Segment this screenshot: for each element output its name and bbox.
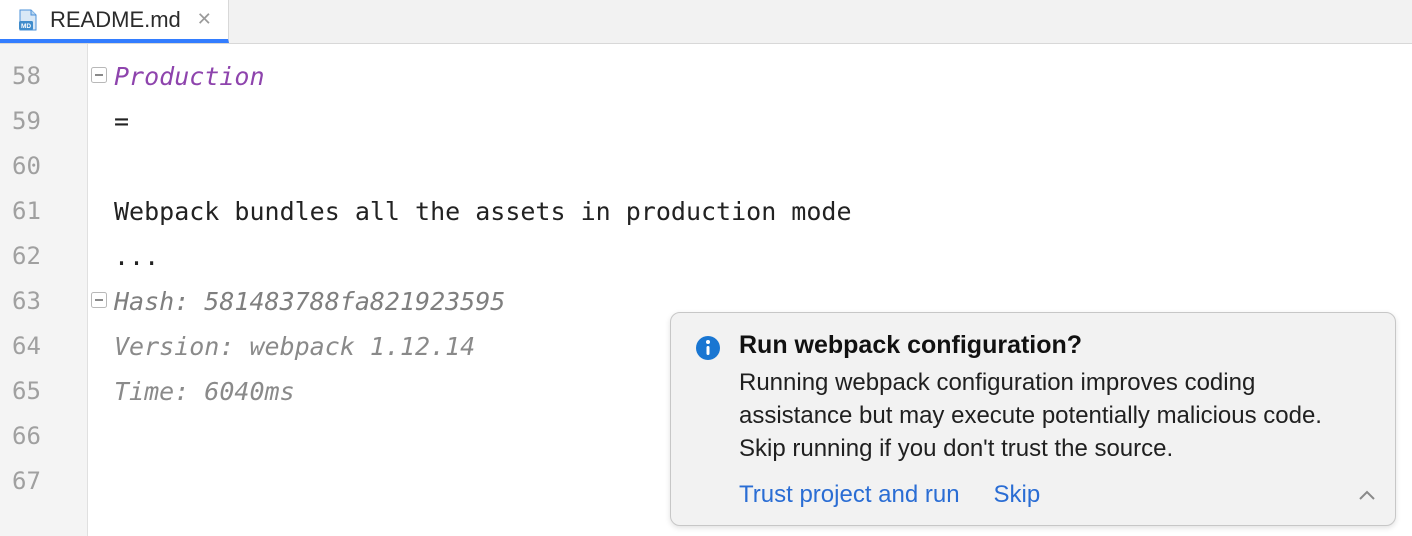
close-icon[interactable]: ✕	[197, 9, 212, 30]
svg-text:MD: MD	[21, 23, 31, 30]
tab-filename: README.md	[50, 7, 181, 33]
code-line[interactable]: ...	[114, 234, 1412, 279]
line-number: 62	[0, 234, 87, 279]
line-number: 65	[0, 369, 87, 414]
code-line[interactable]: Production	[114, 54, 1412, 99]
balloon-actions: Trust project and run Skip	[695, 481, 1371, 509]
line-number: 60	[0, 144, 87, 189]
skip-button[interactable]: Skip	[994, 481, 1041, 509]
fold-toggle-icon[interactable]	[88, 289, 110, 311]
balloon-body: Run webpack configuration? Running webpa…	[739, 331, 1371, 465]
balloon-title: Run webpack configuration?	[739, 331, 1371, 360]
fold-toggle-icon[interactable]	[88, 64, 110, 86]
line-number: 59	[0, 99, 87, 144]
line-number: 63	[0, 279, 87, 324]
balloon-header: Run webpack configuration? Running webpa…	[695, 331, 1371, 465]
file-tab-readme[interactable]: MD README.md ✕	[0, 0, 229, 43]
line-number: 67	[0, 459, 87, 504]
webpack-trust-balloon: Run webpack configuration? Running webpa…	[670, 312, 1396, 526]
collapse-icon[interactable]	[1357, 486, 1377, 511]
code-line[interactable]	[114, 144, 1412, 189]
editor[interactable]: 58596061626364656667 Production= Webpack …	[0, 44, 1412, 536]
line-number-gutter: 58596061626364656667	[0, 44, 88, 536]
markdown-file-icon: MD	[16, 8, 40, 32]
line-number: 58	[0, 54, 87, 99]
code-line[interactable]: =	[114, 99, 1412, 144]
line-number: 66	[0, 414, 87, 459]
info-icon	[695, 335, 721, 361]
code-line[interactable]: Webpack bundles all the assets in produc…	[114, 189, 1412, 234]
line-number: 64	[0, 324, 87, 369]
line-number: 61	[0, 189, 87, 234]
balloon-message: Running webpack configuration improves c…	[739, 366, 1371, 465]
fold-column	[88, 44, 114, 536]
tabbar: MD README.md ✕	[0, 0, 1412, 44]
ide-window: MD README.md ✕ 58596061626364656667 Prod…	[0, 0, 1412, 536]
trust-and-run-button[interactable]: Trust project and run	[739, 481, 960, 509]
